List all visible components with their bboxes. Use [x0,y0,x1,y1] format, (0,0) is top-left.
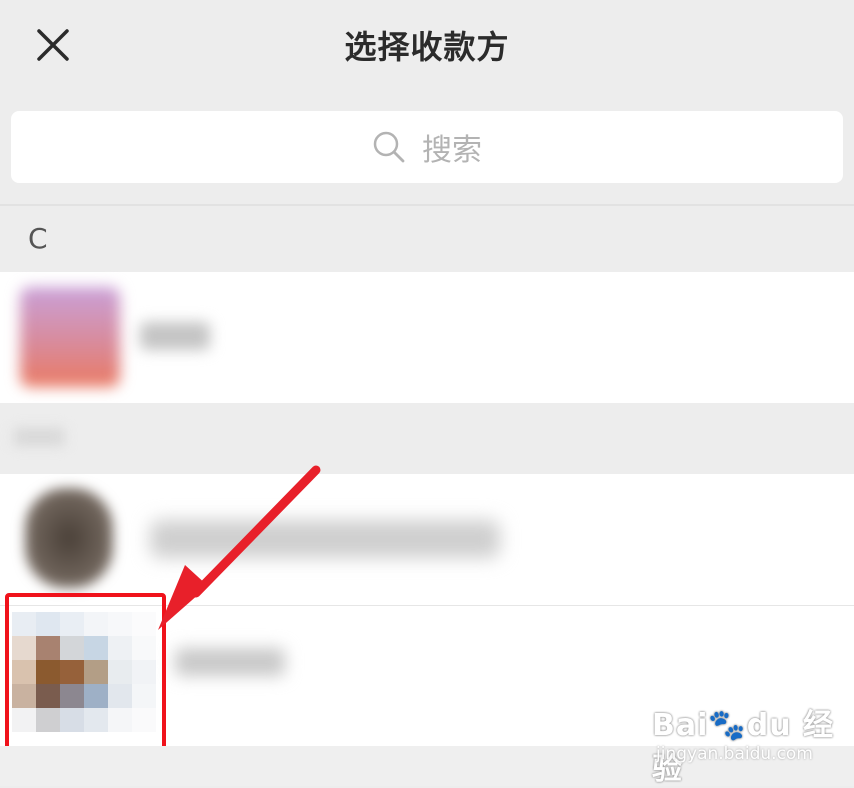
watermark-url: jingyan.baidu.com [656,744,813,764]
baidu-jingyan-watermark: Bai🐾du 经验 jingyan.baidu.com [652,700,842,787]
annotation-arrow [158,465,321,630]
